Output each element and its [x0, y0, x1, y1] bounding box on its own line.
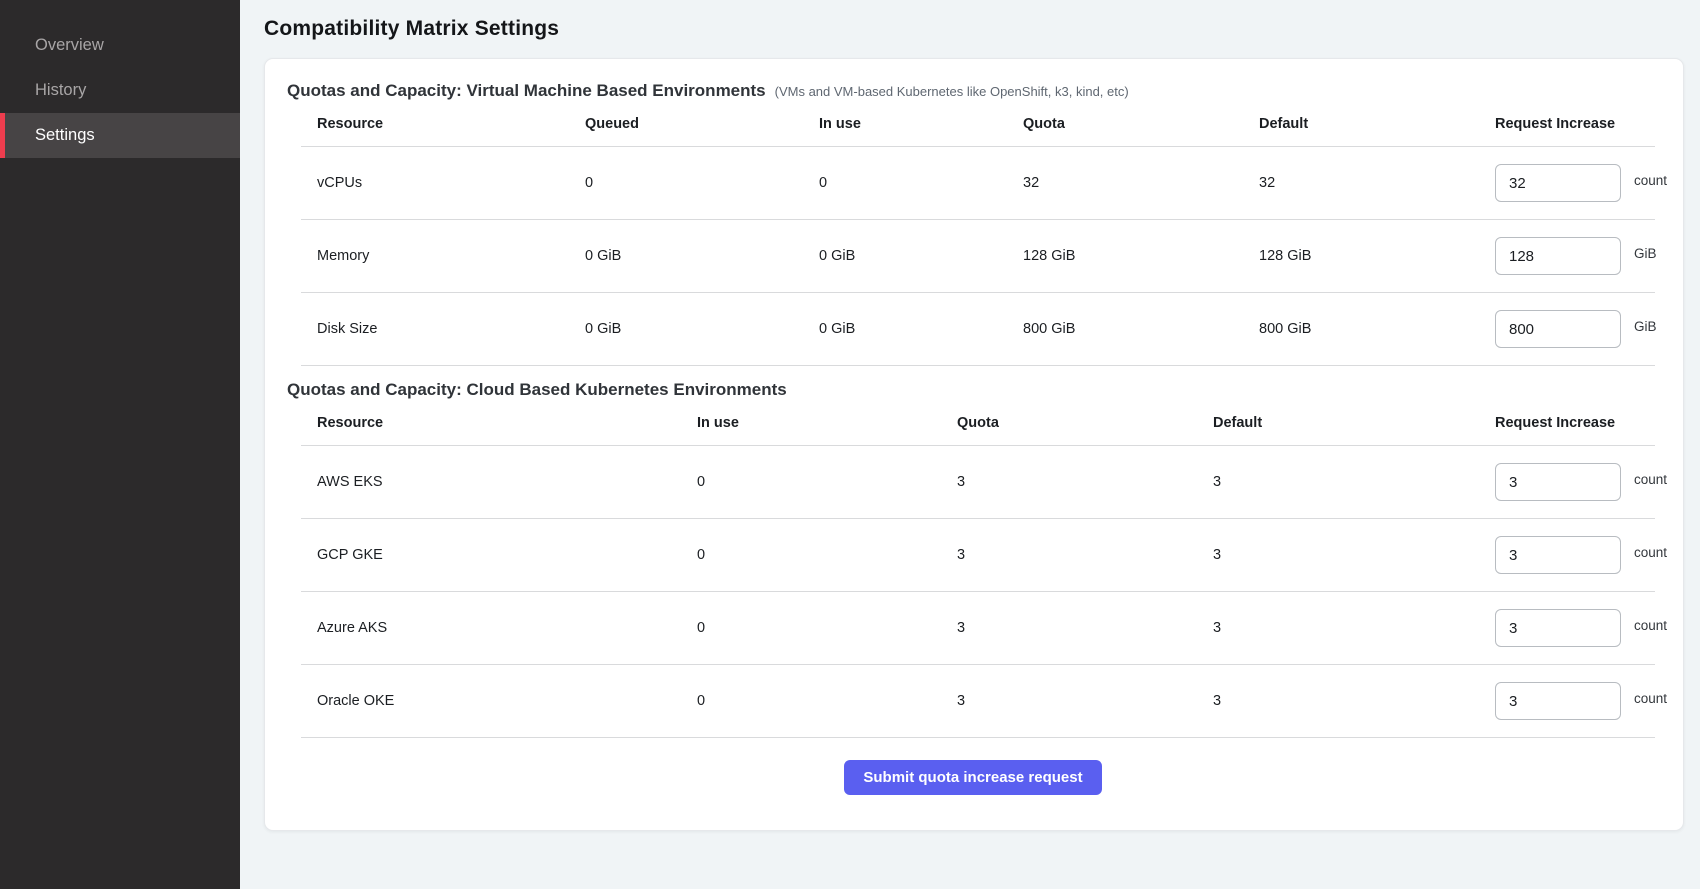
unit-label: count — [1634, 545, 1667, 560]
in-use-value: 0 — [697, 693, 957, 709]
column-header-default: Default — [1259, 116, 1495, 132]
resource-label: Azure AKS — [317, 620, 697, 636]
table-row-memory: Memory 0 GiB 0 GiB 128 GiB 128 GiB GiB — [301, 220, 1655, 293]
request-increase-cell: count — [1495, 609, 1667, 647]
azure-aks-request-input[interactable] — [1495, 609, 1621, 647]
default-value: 3 — [1213, 693, 1495, 709]
resource-label: Memory — [317, 248, 585, 264]
disk-size-request-input[interactable] — [1495, 310, 1621, 348]
in-use-value: 0 GiB — [819, 248, 1023, 264]
vm-section-subtitle: (VMs and VM-based Kubernetes like OpenSh… — [775, 84, 1129, 99]
sidebar-item-settings[interactable]: Settings — [0, 113, 240, 158]
k8s-section-heading-row: Quotas and Capacity: Cloud Based Kuberne… — [285, 380, 1661, 400]
column-header-request-increase: Request Increase — [1495, 116, 1655, 132]
quota-value: 128 GiB — [1023, 248, 1259, 264]
sidebar-item-overview[interactable]: Overview — [0, 23, 240, 68]
resource-label: vCPUs — [317, 175, 585, 191]
column-header-resource: Resource — [317, 415, 697, 431]
column-header-request-increase: Request Increase — [1495, 415, 1655, 431]
column-header-resource: Resource — [317, 116, 585, 132]
quota-settings-card: Quotas and Capacity: Virtual Machine Bas… — [264, 58, 1684, 831]
quota-value: 3 — [957, 547, 1213, 563]
unit-label: count — [1634, 618, 1667, 633]
table-row-oracle-oke: Oracle OKE 0 3 3 count — [301, 665, 1655, 738]
vm-section-heading: Quotas and Capacity: Virtual Machine Bas… — [287, 81, 766, 101]
default-value: 800 GiB — [1259, 321, 1495, 337]
queued-value: 0 GiB — [585, 321, 819, 337]
vm-quota-table: Resource Queued In use Quota Default Req… — [301, 101, 1655, 366]
request-increase-cell: GiB — [1495, 237, 1657, 275]
in-use-value: 0 — [697, 620, 957, 636]
unit-label: GiB — [1634, 246, 1657, 261]
table-row-disk-size: Disk Size 0 GiB 0 GiB 800 GiB 800 GiB Gi… — [301, 293, 1655, 366]
in-use-value: 0 — [697, 547, 957, 563]
page-title: Compatibility Matrix Settings — [264, 17, 1684, 41]
column-header-in-use: In use — [819, 116, 1023, 132]
default-value: 32 — [1259, 175, 1495, 191]
table-row-vcpus: vCPUs 0 0 32 32 count — [301, 147, 1655, 220]
request-increase-cell: GiB — [1495, 310, 1657, 348]
memory-request-input[interactable] — [1495, 237, 1621, 275]
resource-label: GCP GKE — [317, 547, 697, 563]
gcp-gke-request-input[interactable] — [1495, 536, 1621, 574]
table-row-aws-eks: AWS EKS 0 3 3 count — [301, 446, 1655, 519]
column-header-quota: Quota — [1023, 116, 1259, 132]
unit-label: count — [1634, 691, 1667, 706]
aws-eks-request-input[interactable] — [1495, 463, 1621, 501]
k8s-section-heading: Quotas and Capacity: Cloud Based Kuberne… — [287, 380, 787, 400]
unit-label: count — [1634, 173, 1667, 188]
default-value: 3 — [1213, 620, 1495, 636]
vcpus-request-input[interactable] — [1495, 164, 1621, 202]
column-header-queued: Queued — [585, 116, 819, 132]
quota-value: 3 — [957, 474, 1213, 490]
queued-value: 0 — [585, 175, 819, 191]
k8s-table-header: Resource In use Quota Default Request In… — [301, 400, 1655, 446]
resource-label: AWS EKS — [317, 474, 697, 490]
sidebar-item-history[interactable]: History — [0, 68, 240, 113]
default-value: 128 GiB — [1259, 248, 1495, 264]
resource-label: Oracle OKE — [317, 693, 697, 709]
card-footer: Submit quota increase request — [285, 738, 1661, 816]
table-row-azure-aks: Azure AKS 0 3 3 count — [301, 592, 1655, 665]
in-use-value: 0 GiB — [819, 321, 1023, 337]
sidebar: Overview History Settings — [0, 0, 240, 889]
k8s-quota-table: Resource In use Quota Default Request In… — [301, 400, 1655, 738]
request-increase-cell: count — [1495, 536, 1667, 574]
in-use-value: 0 — [697, 474, 957, 490]
submit-quota-increase-button[interactable]: Submit quota increase request — [844, 760, 1101, 795]
quota-value: 3 — [957, 693, 1213, 709]
request-increase-cell: count — [1495, 463, 1667, 501]
in-use-value: 0 — [819, 175, 1023, 191]
quota-value: 3 — [957, 620, 1213, 636]
quota-value: 32 — [1023, 175, 1259, 191]
unit-label: count — [1634, 472, 1667, 487]
quota-value: 800 GiB — [1023, 321, 1259, 337]
request-increase-cell: count — [1495, 682, 1667, 720]
default-value: 3 — [1213, 474, 1495, 490]
request-increase-cell: count — [1495, 164, 1667, 202]
column-header-quota: Quota — [957, 415, 1213, 431]
column-header-in-use: In use — [697, 415, 957, 431]
queued-value: 0 GiB — [585, 248, 819, 264]
unit-label: GiB — [1634, 319, 1657, 334]
oracle-oke-request-input[interactable] — [1495, 682, 1621, 720]
vm-table-header: Resource Queued In use Quota Default Req… — [301, 101, 1655, 147]
vm-section-heading-row: Quotas and Capacity: Virtual Machine Bas… — [285, 81, 1661, 101]
main-content: Compatibility Matrix Settings Quotas and… — [240, 0, 1700, 889]
default-value: 3 — [1213, 547, 1495, 563]
resource-label: Disk Size — [317, 321, 585, 337]
column-header-default: Default — [1213, 415, 1495, 431]
table-row-gcp-gke: GCP GKE 0 3 3 count — [301, 519, 1655, 592]
